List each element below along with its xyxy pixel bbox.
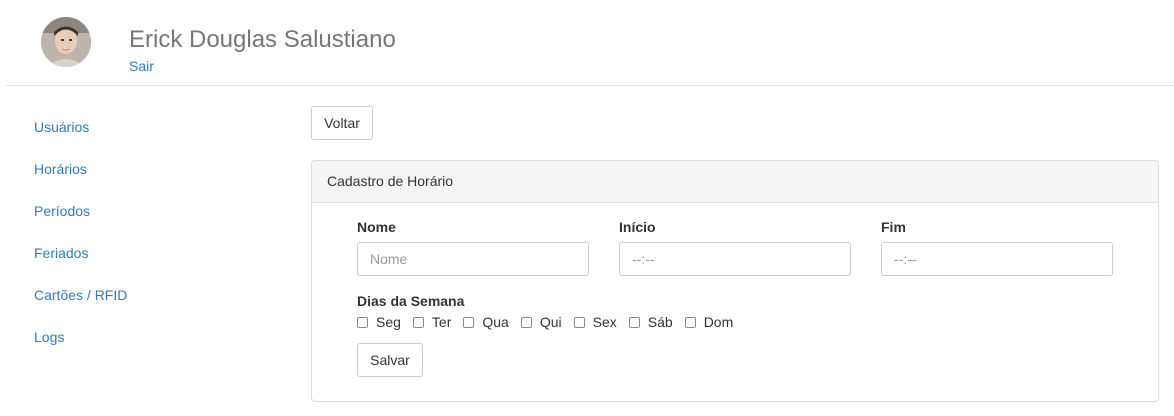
sidebar-item-logs[interactable]: Logs bbox=[34, 328, 274, 370]
sidebar-item-periods[interactable]: Períodos bbox=[34, 202, 274, 244]
save-button[interactable]: Salvar bbox=[357, 343, 423, 377]
day-label-sat: Sáb bbox=[647, 314, 673, 330]
day-option-thu[interactable]: Qui bbox=[520, 314, 562, 330]
sidebar-item-schedules[interactable]: Horários bbox=[34, 160, 274, 202]
weekdays-label: Dias da Semana bbox=[357, 293, 465, 309]
sidebar-item-users[interactable]: Usuários bbox=[34, 118, 274, 160]
day-label-mon: Seg bbox=[376, 314, 401, 330]
checkbox-mon[interactable] bbox=[357, 316, 368, 328]
start-time-label: Início bbox=[619, 219, 656, 235]
sidebar-nav: Usuários Horários Períodos Feriados Cart… bbox=[34, 118, 274, 370]
logout-link[interactable]: Sair bbox=[129, 58, 154, 74]
day-option-wed[interactable]: Qua bbox=[463, 314, 509, 330]
app-header: Erick Douglas Salustiano Sair bbox=[0, 0, 1174, 86]
end-time-input[interactable] bbox=[881, 242, 1113, 276]
day-label-thu: Qui bbox=[539, 314, 562, 330]
day-label-wed: Qua bbox=[482, 314, 509, 330]
checkbox-thu[interactable] bbox=[520, 316, 532, 328]
checkbox-fri[interactable] bbox=[573, 316, 585, 328]
user-name: Erick Douglas Salustiano bbox=[129, 26, 396, 53]
checkbox-sat[interactable] bbox=[628, 316, 640, 328]
panel-title: Cadastro de Horário bbox=[312, 161, 1158, 203]
schedule-form-panel: Cadastro de Horário Nome Início Fim Dias… bbox=[311, 160, 1159, 402]
checkbox-sun[interactable] bbox=[684, 316, 696, 328]
day-label-fri: Sex bbox=[592, 314, 617, 330]
name-label: Nome bbox=[357, 219, 396, 235]
checkbox-wed[interactable] bbox=[463, 316, 475, 328]
day-label-sun: Dom bbox=[703, 314, 734, 330]
sidebar-item-cards-rfid[interactable]: Cartões / RFID bbox=[34, 286, 274, 328]
back-button[interactable]: Voltar bbox=[311, 106, 373, 140]
day-option-tue[interactable]: Ter bbox=[412, 314, 452, 330]
day-option-sat[interactable]: Sáb bbox=[628, 314, 673, 330]
checkbox-tue[interactable] bbox=[412, 316, 424, 328]
user-photo-icon bbox=[41, 17, 91, 67]
header-divider bbox=[5, 85, 1174, 86]
start-time-input[interactable] bbox=[619, 242, 851, 276]
sidebar-item-holidays[interactable]: Feriados bbox=[34, 244, 274, 286]
day-label-tue: Ter bbox=[431, 314, 452, 330]
avatar bbox=[41, 17, 91, 67]
day-option-sun[interactable]: Dom bbox=[684, 314, 734, 330]
day-option-mon[interactable]: Seg bbox=[357, 314, 401, 330]
end-time-label: Fim bbox=[881, 219, 906, 235]
day-option-fri[interactable]: Sex bbox=[573, 314, 617, 330]
name-input[interactable] bbox=[357, 242, 589, 276]
weekdays-checkbox-group: Seg Ter Qua Qui Sex Sáb Dom bbox=[357, 314, 745, 330]
